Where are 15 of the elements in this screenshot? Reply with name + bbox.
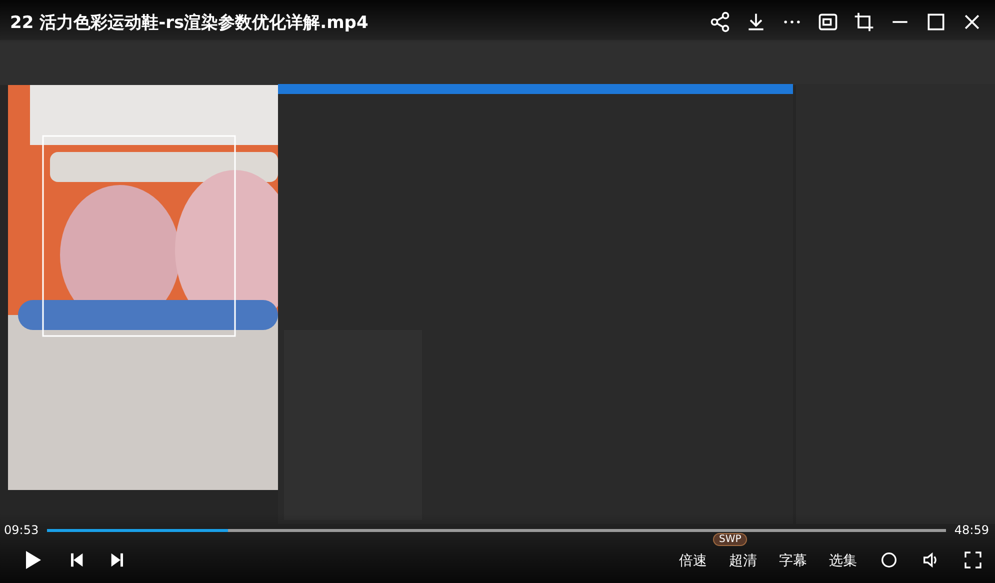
duration: 48:59 xyxy=(954,523,989,537)
video-title: 22 活力色彩运动鞋-rs渲染参数优化详解.mp4 xyxy=(10,12,368,34)
player-option-button[interactable]: 倍速 xyxy=(679,552,707,570)
current-time: 09:53 xyxy=(4,523,39,537)
player-option-button[interactable]: 选集 xyxy=(829,552,857,570)
player-option-button[interactable]: 字幕 xyxy=(779,552,807,570)
circle-icon[interactable] xyxy=(879,550,899,570)
share-icon[interactable] xyxy=(709,11,731,33)
crop-icon[interactable] xyxy=(853,11,875,33)
picture-in-picture-icon[interactable] xyxy=(817,11,839,33)
fullscreen-icon[interactable] xyxy=(963,550,983,570)
player-option-button[interactable]: 超清 xyxy=(729,552,757,570)
progress-bar[interactable] xyxy=(46,528,946,532)
quality-badge: SWP xyxy=(713,533,748,546)
maximize-icon[interactable] xyxy=(925,11,947,33)
